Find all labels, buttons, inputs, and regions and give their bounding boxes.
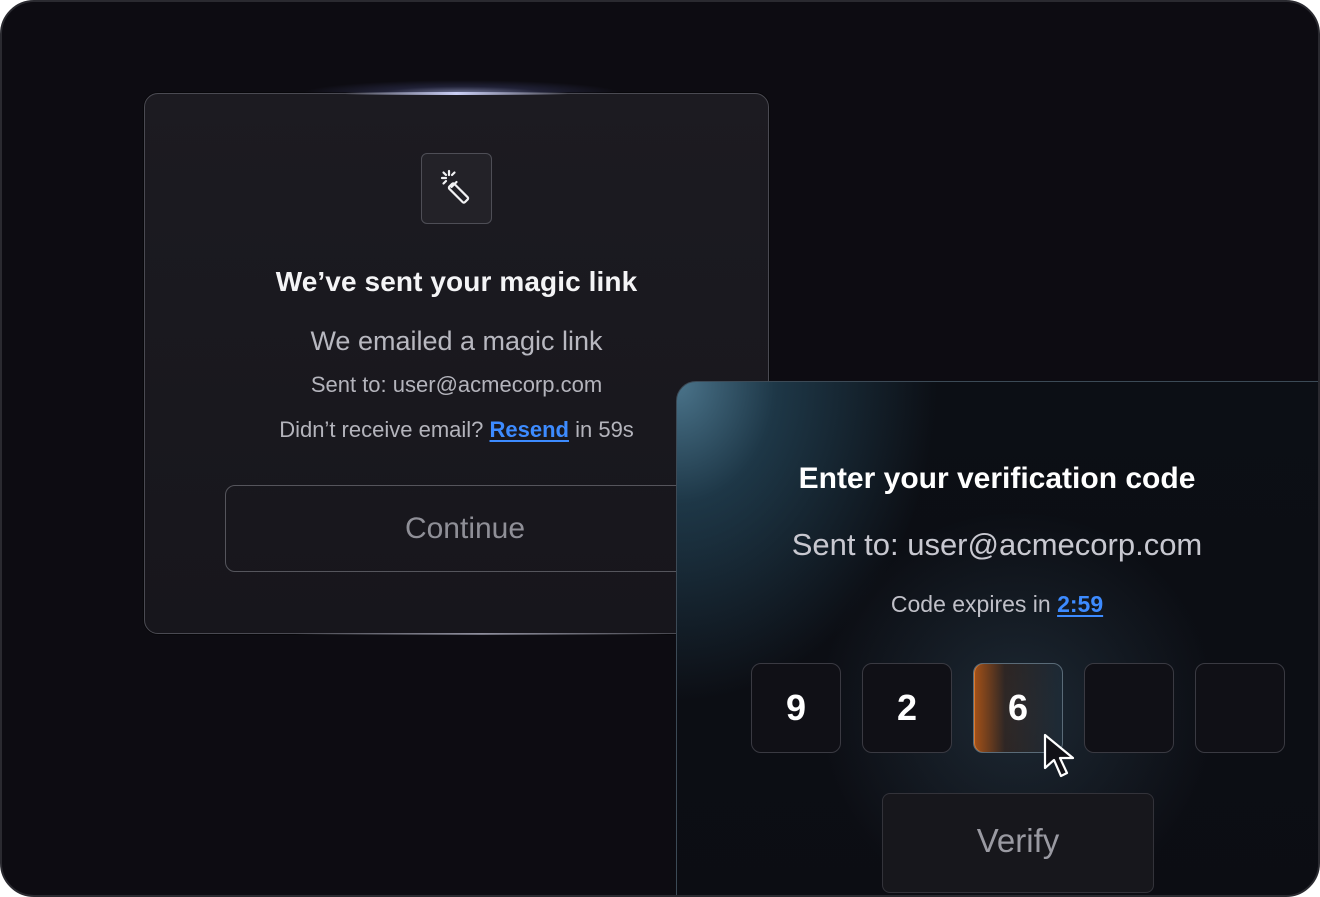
magic-link-sent-to: Sent to: user@acmecorp.com: [310, 372, 603, 397]
resend-link[interactable]: Resend: [490, 417, 569, 442]
resend-line: Didn’t receive email? Resend in 59s: [145, 417, 768, 443]
magic-wand-icon: [438, 167, 476, 210]
magic-wand-icon-box: [421, 153, 492, 224]
code-digit-input-4[interactable]: [1084, 663, 1174, 753]
code-digit-input-1[interactable]: 9: [751, 663, 841, 753]
continue-button[interactable]: Continue: [225, 485, 705, 572]
verification-sent-to: Sent to: user@acmecorp.com: [791, 527, 1203, 562]
magic-link-subtitle: We emailed a magic link: [310, 326, 603, 356]
verification-title: Enter your verification code: [798, 462, 1196, 495]
resend-prefix: Didn’t receive email?: [279, 417, 490, 442]
verify-button[interactable]: Verify: [882, 793, 1154, 893]
code-expiry-line: Code expires in 2:59: [677, 591, 1318, 618]
app-frame: We’ve sent your magic link We emailed a …: [0, 0, 1320, 897]
expires-prefix: Code expires in: [890, 591, 1058, 617]
magic-link-title: We’ve sent your magic link: [275, 266, 638, 297]
code-digit-input-2[interactable]: 2: [862, 663, 952, 753]
expires-timer: 2:59: [1057, 591, 1104, 617]
code-digit-input-5[interactable]: [1195, 663, 1285, 753]
verification-card: Enter your verification code Sent to: us…: [676, 381, 1318, 895]
resend-suffix: in 59s: [568, 417, 634, 442]
mouse-pointer-icon: [1042, 732, 1082, 782]
